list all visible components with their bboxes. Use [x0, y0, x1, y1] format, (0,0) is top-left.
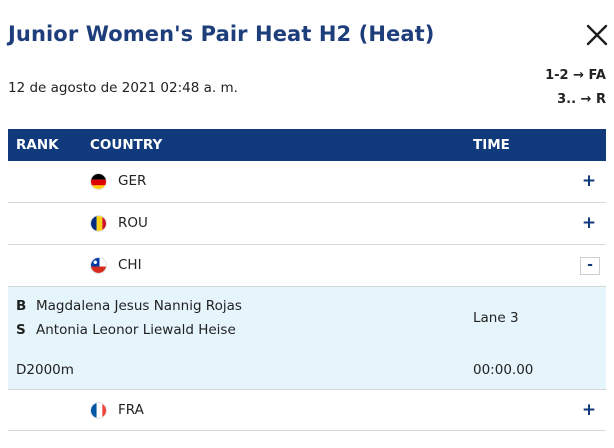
france-flag-icon — [90, 402, 107, 419]
country-code: CHI — [118, 257, 142, 273]
expand-button[interactable]: + — [580, 213, 598, 233]
close-icon[interactable] — [584, 22, 610, 48]
chile-flag-icon — [90, 257, 107, 274]
table-row[interactable]: ROU + — [8, 203, 606, 245]
distance-label: D2000m — [16, 362, 74, 378]
collapse-button[interactable]: - — [580, 257, 600, 275]
column-header-country: COUNTRY — [90, 137, 163, 153]
expand-button[interactable]: + — [580, 171, 598, 191]
table-header: RANK COUNTRY TIME — [8, 129, 606, 161]
column-header-rank: RANK — [16, 137, 59, 153]
column-header-time: TIME — [473, 137, 510, 153]
page-title: Junior Women's Pair Heat H2 (Heat) — [8, 22, 435, 46]
seat-label: S — [16, 322, 26, 338]
crew-details-panel: B Magdalena Jesus Nannig Rojas S Antonia… — [8, 287, 606, 389]
country-code: GER — [118, 173, 147, 189]
seat-label: B — [16, 298, 27, 314]
lane-number: Lane 3 — [473, 310, 519, 326]
country-code: FRA — [118, 402, 144, 418]
athlete-name: Magdalena Jesus Nannig Rojas — [36, 298, 242, 314]
table-row[interactable]: GER + — [8, 161, 606, 203]
progression-rule: 3.. → R — [557, 92, 606, 107]
germany-flag-icon — [90, 173, 107, 190]
romania-flag-icon — [90, 215, 107, 232]
progression-rule: 1-2 → FA — [545, 68, 606, 83]
split-time: 00:00.00 — [473, 362, 534, 378]
country-code: ROU — [118, 215, 148, 231]
athlete-name: Antonia Leonor Liewald Heise — [36, 322, 236, 338]
race-date: 12 de agosto de 2021 02:48 a. m. — [8, 80, 238, 96]
table-row[interactable]: FRA + — [8, 389, 606, 431]
expand-button[interactable]: + — [580, 400, 598, 420]
table-row[interactable]: CHI - — [8, 245, 606, 287]
